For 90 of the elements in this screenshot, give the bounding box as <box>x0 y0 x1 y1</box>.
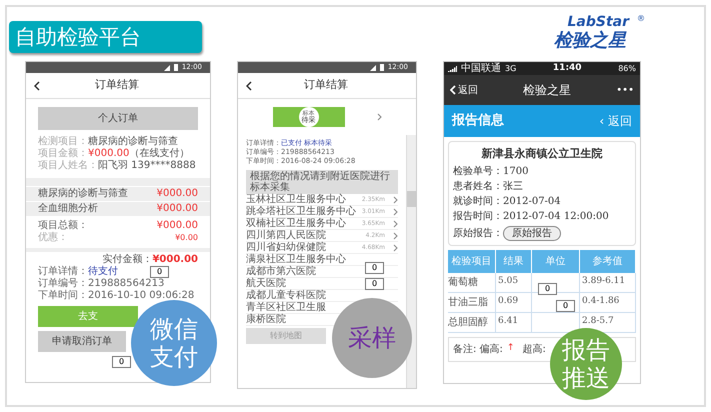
total-label: 项目总额： <box>38 220 88 232</box>
detail-value: 219888564213 <box>88 278 164 290</box>
original-report-button[interactable]: 原始报告 <box>503 226 561 240</box>
hospital-name[interactable]: 航天医院 <box>246 278 286 288</box>
back-icon[interactable] <box>246 80 252 90</box>
legend-label: 备注: 偏高: <box>453 342 503 356</box>
screen-title: 订单结算 <box>94 77 140 94</box>
hospital-name[interactable]: 跳伞塔社区卫生服务中心 <box>246 206 356 216</box>
marker-label: 0 <box>556 300 576 312</box>
marker-label: 0 <box>538 283 558 295</box>
column-header: 结果 <box>496 250 532 272</box>
back-icon <box>450 85 456 95</box>
total-price: ¥000.00 <box>156 220 198 232</box>
cancel-order-button[interactable]: 申请取消订单 <box>38 331 126 352</box>
field-value: 1700 <box>503 166 528 178</box>
hospital-name[interactable]: 玉林社区卫生服务中心 <box>246 194 346 204</box>
legend-label: 超高: <box>522 342 546 356</box>
battery-icon <box>174 64 178 71</box>
section-title: 报告信息 <box>452 112 504 130</box>
table-cell: 3.89-6.11 <box>580 272 636 292</box>
more-menu[interactable]: ••• <box>616 82 634 98</box>
battery-level: 86% <box>618 62 636 74</box>
field-value: 2012-07-04 <box>503 196 561 208</box>
clock: 11:40 <box>552 62 582 75</box>
item-name: 全血细胞分析 <box>38 203 98 215</box>
table-cell: 0.4-1.86 <box>580 292 636 312</box>
hospital-name: 新津县永商镇公立卫生院 <box>480 146 604 162</box>
table-cell: 0.69 <box>496 292 532 312</box>
prompt-banner: 根据您的情况请到附近医院进行标本采集 <box>246 170 398 194</box>
field-label: 报告时间： <box>453 210 503 222</box>
field-value: 2012-07-04 12:00:00 <box>503 210 609 222</box>
info-value: 糖尿病的诊断与筛查 <box>88 136 178 148</box>
app-title: 检验之星 <box>523 82 572 99</box>
hospital-name[interactable]: 双楠社区卫生服务中心 <box>246 218 346 228</box>
marker-label: 0 <box>112 356 132 368</box>
column-header: 单位 <box>532 250 580 272</box>
info-label: 检测项目： <box>38 136 88 148</box>
item-price: ¥000.00 <box>156 188 198 200</box>
hospital-name[interactable]: 青羊区社区卫生服 <box>246 302 326 312</box>
signal-icon <box>164 64 170 70</box>
detail-value: 待支付 <box>88 266 118 278</box>
info-note: （在线支付） <box>129 148 190 160</box>
info-label: 项目金额： <box>38 148 88 160</box>
hospital-name[interactable]: 四川省妇幼保健院 <box>246 242 326 252</box>
field-value: 张三 <box>503 180 523 192</box>
carrier: 中国联通 <box>461 62 501 76</box>
info-value: ¥000.00 <box>88 148 130 160</box>
back-icon[interactable] <box>34 80 40 90</box>
hospital-name[interactable]: 成都市第六医院 <box>246 266 316 276</box>
network: 3G <box>505 62 516 74</box>
up-arrow-icon: ↑ <box>506 342 514 356</box>
paid-amount: ¥000.00 <box>152 254 198 266</box>
order-type-button[interactable]: 个人订单 <box>38 107 198 130</box>
signal-icon <box>370 64 376 70</box>
paid-label: 实付金额： <box>102 254 152 266</box>
detail-label: 订单详情： <box>38 266 88 278</box>
table-cell: 6.41 <box>496 312 532 332</box>
discount-price: ¥0.00 <box>175 232 198 244</box>
detail-value: 2016-10-10 09:06:28 <box>88 290 194 302</box>
discount-label: 优惠： <box>38 232 69 244</box>
table-cell: 甘油三脂 <box>448 292 496 312</box>
column-header: 参考值 <box>580 250 636 272</box>
marker-label: 0 <box>365 262 384 274</box>
item-name: 糖尿病的诊断与筛查 <box>38 188 128 200</box>
detail-label: 下单时间： <box>38 290 88 302</box>
column-header: 检验项目 <box>448 250 496 272</box>
table-cell: 总胆固醇 <box>448 312 496 332</box>
table-cell: 葡萄糖 <box>448 272 496 292</box>
hospital-name[interactable]: 四川第四人民医院 <box>246 230 326 240</box>
logo: LabStar 检验之星 ® <box>553 14 646 52</box>
field-label: 检验单号： <box>453 166 503 178</box>
signal-icon <box>448 66 457 72</box>
slide-title: 自助检验平台 <box>9 21 202 53</box>
field-label: 患者姓名： <box>453 180 503 192</box>
marker-label: 0 <box>365 278 384 290</box>
hospital-name[interactable]: 康桥医院 <box>246 314 286 324</box>
info-label: 项目人姓名： <box>38 160 98 172</box>
hospital-name[interactable]: 满泉社区卫生服务中心 <box>246 254 346 264</box>
table-cell: 5.05 <box>496 272 532 292</box>
chevron-right-icon <box>376 113 382 121</box>
marker-label: 0 <box>150 266 170 278</box>
screen-title: 订单结算 <box>303 77 349 94</box>
battery-icon <box>380 64 384 71</box>
detail-label: 订单编号： <box>38 278 88 290</box>
field-label: 就诊时间： <box>453 196 503 208</box>
item-price: ¥000.00 <box>156 203 198 215</box>
field-label: 原始报告： <box>453 226 503 240</box>
back-link[interactable]: 返回 <box>450 82 478 98</box>
hospital-name[interactable]: 成都儿童专科医院 <box>246 290 326 300</box>
info-value: 阳飞羽 139****8888 <box>98 160 196 172</box>
